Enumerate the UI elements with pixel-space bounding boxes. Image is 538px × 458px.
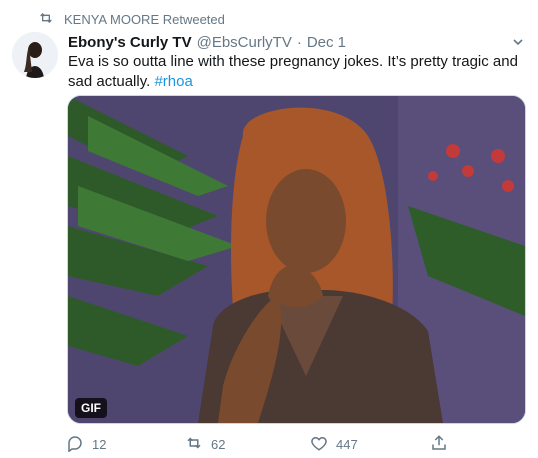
tweet-timestamp[interactable]: Dec 1 xyxy=(307,34,346,51)
hashtag-link[interactable]: #rhoa xyxy=(154,73,192,90)
author-name[interactable]: Ebony's Curly TV xyxy=(68,34,192,51)
like-count: 447 xyxy=(336,437,358,452)
like-button[interactable]: 447 xyxy=(310,434,358,455)
tweet-header: Ebony's Curly TV @EbsCurlyTV · Dec 1 xyxy=(68,32,524,52)
avatar[interactable] xyxy=(12,32,58,78)
tweet-body: Eva is so outta line with these pregnanc… xyxy=(68,53,518,90)
reply-count: 12 xyxy=(92,437,107,452)
retweet-context: KENYA MOORE Retweeted xyxy=(38,11,225,27)
retweet-count: 62 xyxy=(211,437,226,452)
separator-dot: · xyxy=(296,33,302,51)
tweet-actions: 12 62 447 xyxy=(60,432,460,456)
retweet-icon xyxy=(38,10,54,29)
reply-button[interactable]: 12 xyxy=(66,434,106,455)
reply-icon xyxy=(66,434,84,455)
gif-badge: GIF xyxy=(75,398,107,418)
tweet-gif[interactable] xyxy=(67,95,526,424)
retweet-icon xyxy=(185,434,203,455)
heart-icon xyxy=(310,434,328,455)
tweet-text: Eva is so outta line with these pregnanc… xyxy=(68,52,518,92)
share-button[interactable] xyxy=(430,434,448,455)
author-handle[interactable]: @EbsCurlyTV xyxy=(197,34,292,51)
chevron-down-icon[interactable] xyxy=(510,34,526,50)
retweet-label: KENYA MOORE Retweeted xyxy=(64,11,225,27)
retweet-button[interactable]: 62 xyxy=(185,434,225,455)
share-icon xyxy=(430,434,448,455)
tweet[interactable]: KENYA MOORE Retweeted Ebony's Curly TV @… xyxy=(0,0,538,458)
